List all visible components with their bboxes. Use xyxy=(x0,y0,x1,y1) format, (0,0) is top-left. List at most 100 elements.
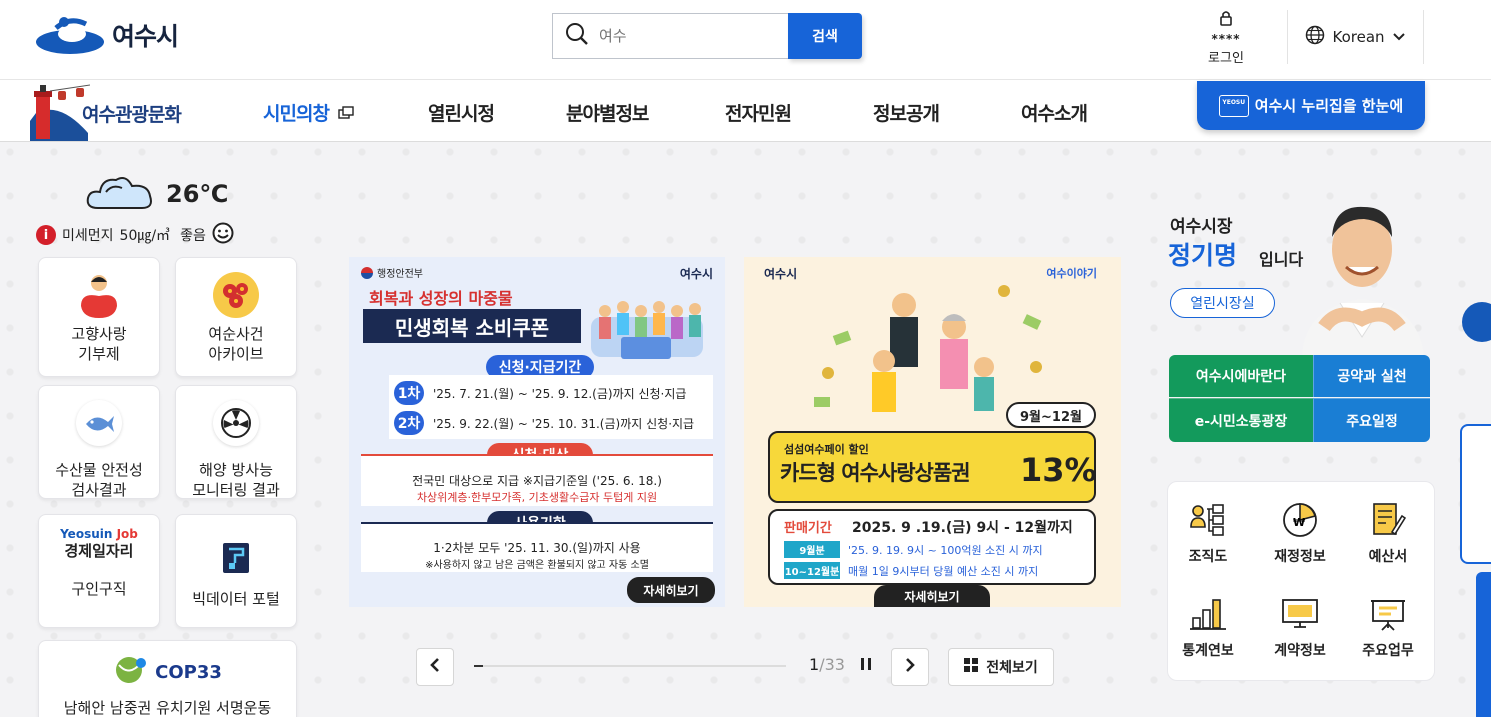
link-pledges[interactable]: 공약과 실천 xyxy=(1313,355,1430,397)
slider-progress-fill xyxy=(474,665,484,667)
people-illustration xyxy=(581,287,715,367)
fish-icon xyxy=(76,400,122,446)
link-budget[interactable]: 예산서 xyxy=(1348,500,1428,566)
document-pen-icon xyxy=(1368,500,1408,540)
use-note: ※사용하지 않고 남은 금액은 환불되지 않고 자동 소멸 xyxy=(425,560,649,571)
row2-tag: 10~12월분 xyxy=(784,562,840,579)
grid-icon xyxy=(964,658,979,676)
target-note: 차상위계층·한부모가족, 기초생활수급자 두텁게 지원 xyxy=(416,491,658,504)
search-button[interactable]: 검색 xyxy=(788,13,862,59)
ministry-label: 행정안전부 xyxy=(361,265,423,280)
menu-open-administration[interactable]: 열린시정 xyxy=(428,99,495,126)
pie-chart-icon: ₩ xyxy=(1280,500,1320,540)
lock-icon xyxy=(1219,11,1233,30)
tour-label: 여수관광문화 xyxy=(82,104,182,126)
menu-field-info[interactable]: 분야별정보 xyxy=(566,99,649,126)
slide1-city: 여수시 xyxy=(679,267,713,281)
main-content: 26℃ i 미세먼지 50㎍/㎥ 좋음 고향사랑 기부제 여순사건 아카이브 수… xyxy=(0,142,1491,717)
language-selector[interactable]: Korean xyxy=(1287,10,1424,64)
pause-icon[interactable] xyxy=(859,656,873,676)
info-label: 주요업무 xyxy=(1362,643,1414,659)
link-schedule[interactable]: 주요일정 xyxy=(1313,398,1430,442)
quick-link-bigdata-portal[interactable]: 빅데이터 포털 xyxy=(175,514,297,628)
sale-label: 판매기간 xyxy=(784,521,832,536)
bar-chart-icon xyxy=(1188,594,1228,634)
slider-current: 1 xyxy=(809,655,820,674)
round1-text: '25. 7. 21.(월) ~ '25. 9. 12.(금)까지 신청·지급 xyxy=(433,387,687,401)
job-brand: Yeosuin Job xyxy=(39,527,159,541)
header: 여수시 검색 **** 로그인 Korean xyxy=(0,0,1491,80)
fine-dust-info: i 미세먼지 50㎍/㎥ 좋음 xyxy=(36,222,234,248)
slide-consumption-coupon[interactable]: 행정안전부 여수시 회복과 성장의 마중물 민생회복 소비쿠폰 신청·지급기간 … xyxy=(349,257,725,607)
logo-text: 여수시 xyxy=(112,22,179,51)
slide-gift-certificate[interactable]: 여수시 여수이야기 9월~12월 섬섬여수페이 할인 카드형 여수사랑상품권 1… xyxy=(744,257,1121,607)
weather-widget: 26℃ xyxy=(84,172,228,216)
menu-e-civil[interactable]: 전자민원 xyxy=(725,99,792,126)
site-overview-button[interactable]: YEOSU 여수시 누리집을 한눈에 xyxy=(1197,81,1425,130)
hometown-donation-icon xyxy=(76,272,122,318)
login-label: 로그인 xyxy=(1208,51,1244,66)
dust-value: 50㎍/㎥ xyxy=(119,228,171,244)
quick-link-hometown-donation[interactable]: 고향사랑 기부제 xyxy=(38,257,160,377)
search-input[interactable] xyxy=(599,27,769,45)
menu-about-yeosu[interactable]: 여수소개 xyxy=(1021,99,1088,126)
quick-link-yeosun-archive[interactable]: 여순사건 아카이브 xyxy=(175,257,297,377)
slide2-title: 카드형 여수사랑상품권 xyxy=(780,461,971,485)
smile-icon xyxy=(212,222,234,248)
slider-prev-button[interactable] xyxy=(416,648,454,686)
quick-link-cop33[interactable]: COP33 남해안 남중권 유치기원 서명운동 xyxy=(38,640,297,717)
quick-link-job-search[interactable]: Yeosuin Job 경제일자리 구인구직 xyxy=(38,514,160,628)
logo-mark-icon xyxy=(34,14,106,56)
svg-text:₩: ₩ xyxy=(1293,516,1305,529)
temperature: 26℃ xyxy=(166,180,229,208)
slide2-rate: 13% xyxy=(1020,451,1097,489)
lighthouse-icon xyxy=(30,83,91,145)
link-contracts[interactable]: 계약정보 xyxy=(1260,594,1340,660)
new-window-icon xyxy=(337,103,354,125)
login-button[interactable]: **** 로그인 xyxy=(1196,10,1256,66)
menu-info-disclosure[interactable]: 정보공개 xyxy=(873,99,940,126)
slide2-more-button[interactable]: 자세히보기 xyxy=(874,585,990,607)
link-e-citizen[interactable]: e-시민소통광장 xyxy=(1169,398,1313,442)
link-suggestions[interactable]: 여수시에바란다 xyxy=(1169,355,1313,397)
job-brand-b: Job xyxy=(116,527,138,541)
info-label: 예산서 xyxy=(1368,549,1408,565)
chevron-down-icon xyxy=(1392,28,1406,46)
slide2-sub: 섬섬여수페이 할인 xyxy=(784,443,869,456)
cloud-icon xyxy=(84,172,156,216)
search-bar: 검색 xyxy=(552,13,862,59)
chevron-left-icon xyxy=(429,657,441,678)
link-major-tasks[interactable]: 주요업무 xyxy=(1348,594,1428,660)
side-quick-banner[interactable] xyxy=(1476,572,1491,717)
quick-link-seafood-safety[interactable]: 수산물 안전성 검사결과 xyxy=(38,385,160,499)
slider-progress xyxy=(474,665,786,667)
slide2-city: 여수시 xyxy=(764,267,798,281)
quick-link-label: 남해안 남중권 유치기원 서명운동 xyxy=(63,699,272,717)
link-statistics[interactable]: 통계연보 xyxy=(1168,594,1248,660)
side-notice-card[interactable] xyxy=(1460,424,1491,564)
sale-text: 2025. 9 .19.(금) 9시 - 12월까지 xyxy=(852,520,1073,536)
quick-link-label: 여순사건 아카이브 xyxy=(208,325,264,363)
slider-next-button[interactable] xyxy=(891,648,929,686)
city-logo[interactable]: 여수시 xyxy=(34,14,179,56)
quick-link-label: 수산물 안전성 검사결과 xyxy=(55,461,143,499)
radiation-icon xyxy=(213,400,259,446)
link-organization[interactable]: 조직도 xyxy=(1168,500,1248,566)
login-stars: **** xyxy=(1211,32,1241,46)
round1-tag: 1차 xyxy=(394,381,424,405)
open-mayor-office-button[interactable]: 열린시장실 xyxy=(1170,288,1275,318)
info-label: 계약정보 xyxy=(1274,643,1326,659)
slide1-headline-a: 회복과 성장의 마중물 xyxy=(369,289,513,308)
link-finance-info[interactable]: ₩ 재정정보 xyxy=(1260,500,1340,566)
slide1-more-button[interactable]: 자세히보기 xyxy=(627,577,715,603)
floating-mascot-icon[interactable] xyxy=(1462,302,1491,342)
view-all-button[interactable]: 전체보기 xyxy=(948,648,1054,686)
row1-tag: 9월분 xyxy=(784,541,840,558)
target-text: 전국민 대상으로 지급 ※지급기준일 ('25. 6. 18.) xyxy=(412,474,662,488)
quick-link-radiation-monitoring[interactable]: 해양 방사능 모니터링 결과 xyxy=(175,385,297,499)
tour-culture-link[interactable]: 여수관광문화 xyxy=(30,81,200,141)
mayor-portrait xyxy=(1294,187,1430,357)
menu-citizen-window[interactable]: 시민의창 xyxy=(263,99,354,126)
info-label: 통계연보 xyxy=(1182,643,1234,659)
globe-leaf-icon xyxy=(113,655,149,690)
